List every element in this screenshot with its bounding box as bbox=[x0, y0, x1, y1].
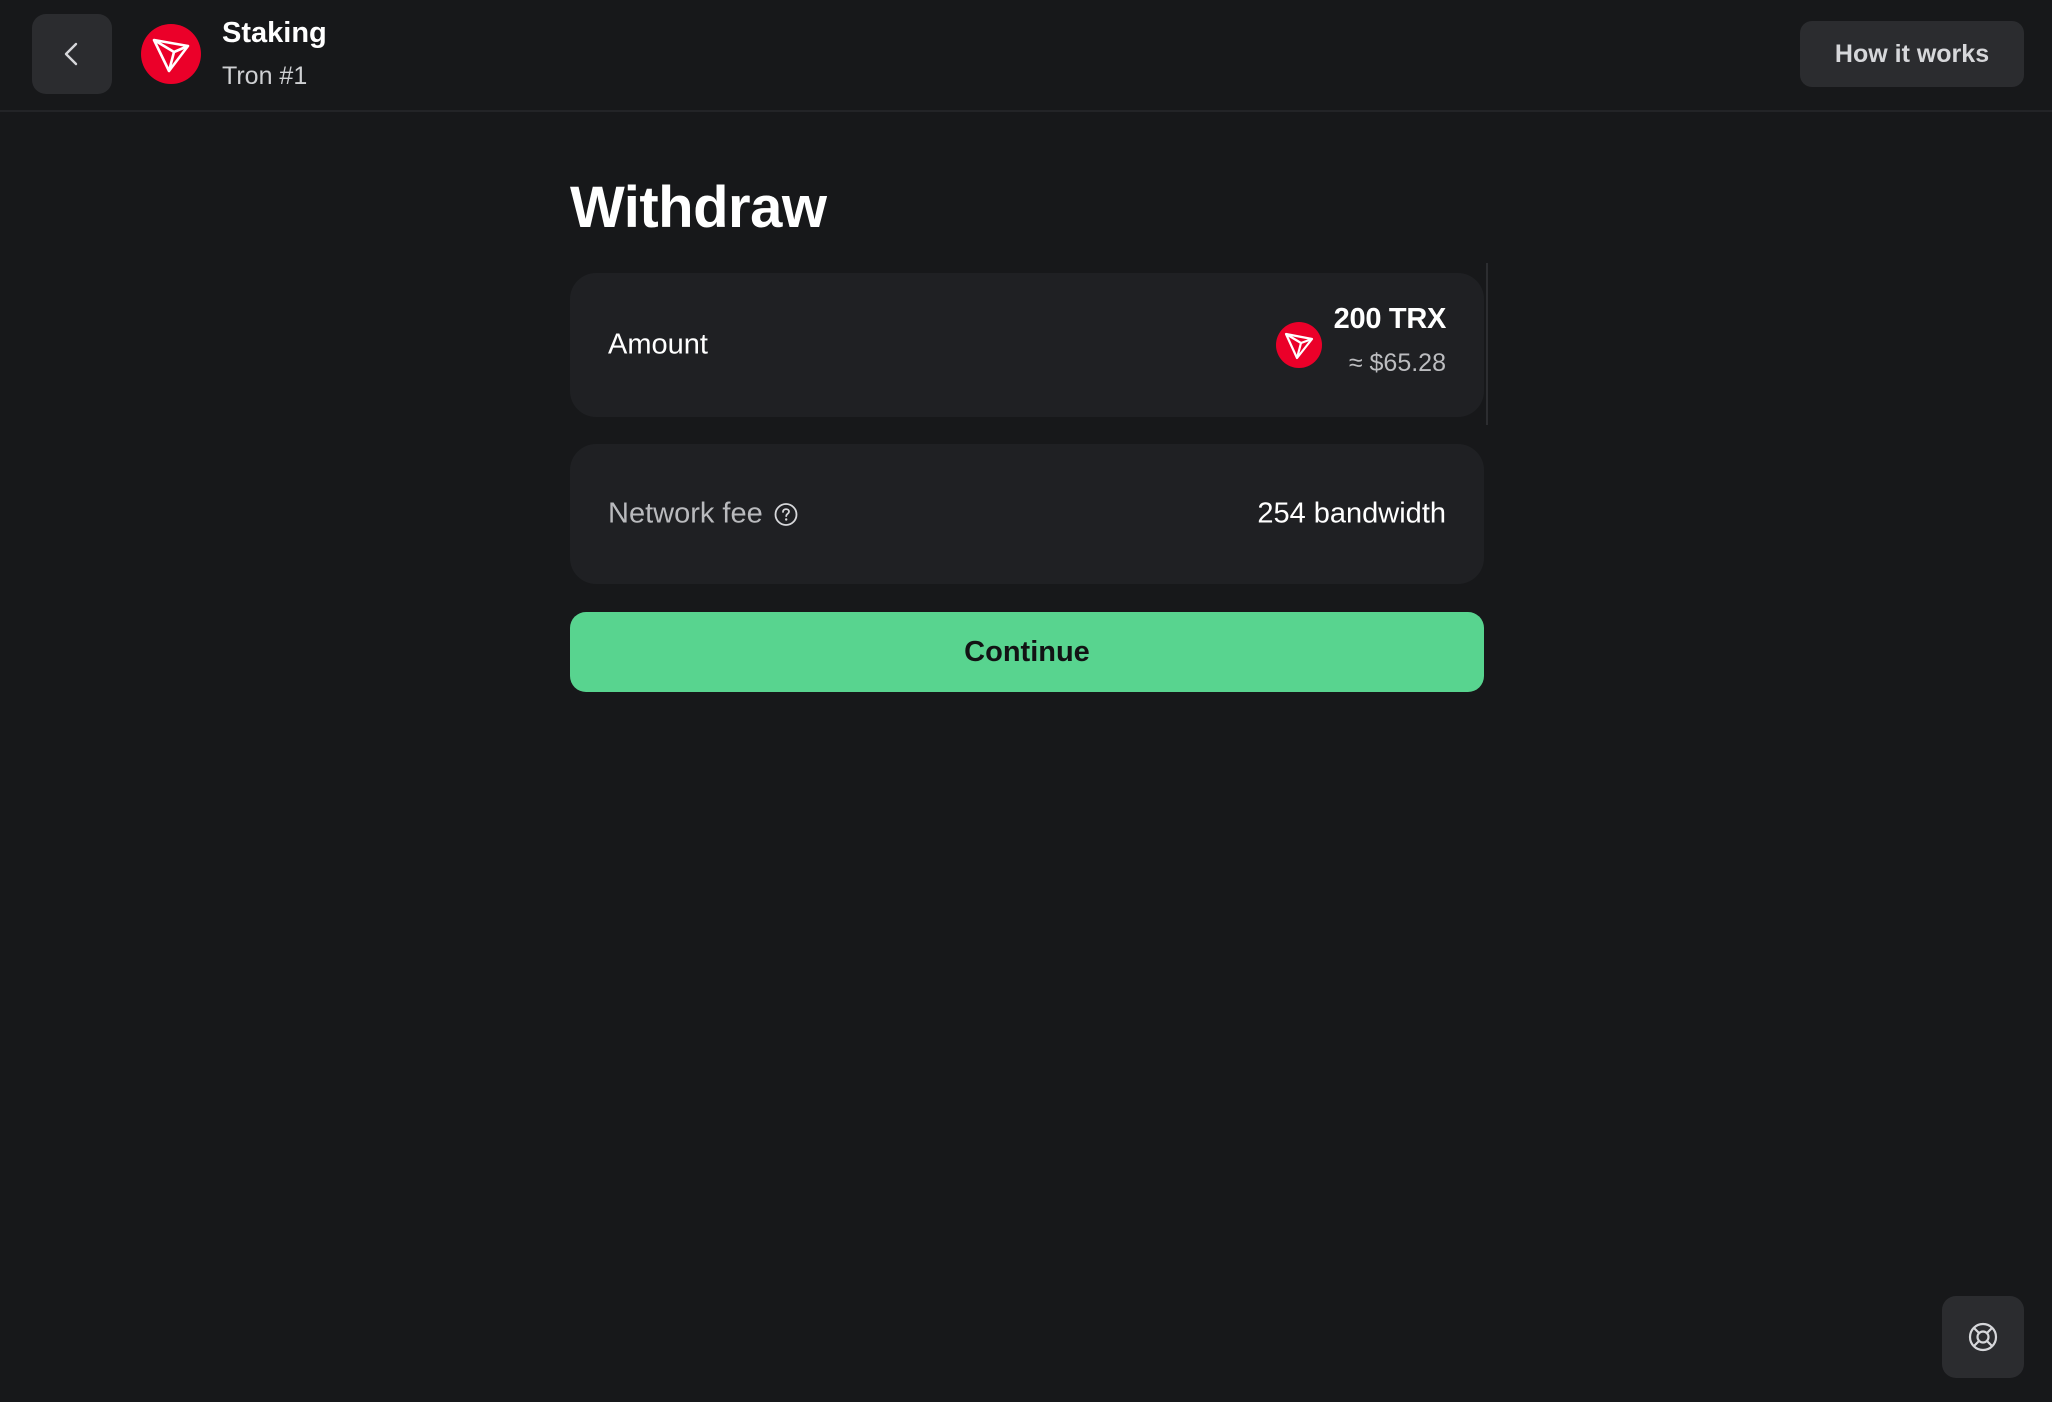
continue-button[interactable]: Continue bbox=[570, 612, 1484, 692]
network-fee-value: 254 bandwidth bbox=[1257, 497, 1446, 530]
amount-label: Amount bbox=[608, 328, 708, 361]
scrollbar-divider bbox=[1486, 263, 1488, 425]
network-fee-label-group: Network fee bbox=[608, 498, 799, 531]
amount-fiat-value: ≈ $65.28 bbox=[1348, 349, 1446, 377]
question-circle-icon[interactable] bbox=[773, 501, 799, 527]
page-heading-staking: Staking bbox=[222, 17, 327, 49]
chevron-left-icon bbox=[56, 38, 88, 70]
amount-value: 200 TRX bbox=[1333, 303, 1447, 335]
support-button[interactable] bbox=[1942, 1296, 2024, 1378]
app-window: Staking Tron #1 How it works Withdraw Am… bbox=[0, 0, 2052, 1402]
tron-logo-icon bbox=[141, 24, 201, 84]
back-button[interactable] bbox=[32, 14, 112, 94]
network-fee-label: Network fee bbox=[608, 497, 763, 530]
amount-card: Amount 200 TRX ≈ $65.28 bbox=[570, 273, 1484, 417]
how-it-works-button[interactable]: How it works bbox=[1800, 21, 2024, 87]
account-name: Tron #1 bbox=[222, 62, 308, 90]
page-title: Withdraw bbox=[570, 175, 827, 240]
tron-token-icon bbox=[1276, 322, 1322, 368]
network-fee-card: Network fee 254 bandwidth bbox=[570, 444, 1484, 584]
lifebuoy-icon bbox=[1966, 1320, 2000, 1354]
header: Staking Tron #1 How it works bbox=[0, 0, 2052, 112]
